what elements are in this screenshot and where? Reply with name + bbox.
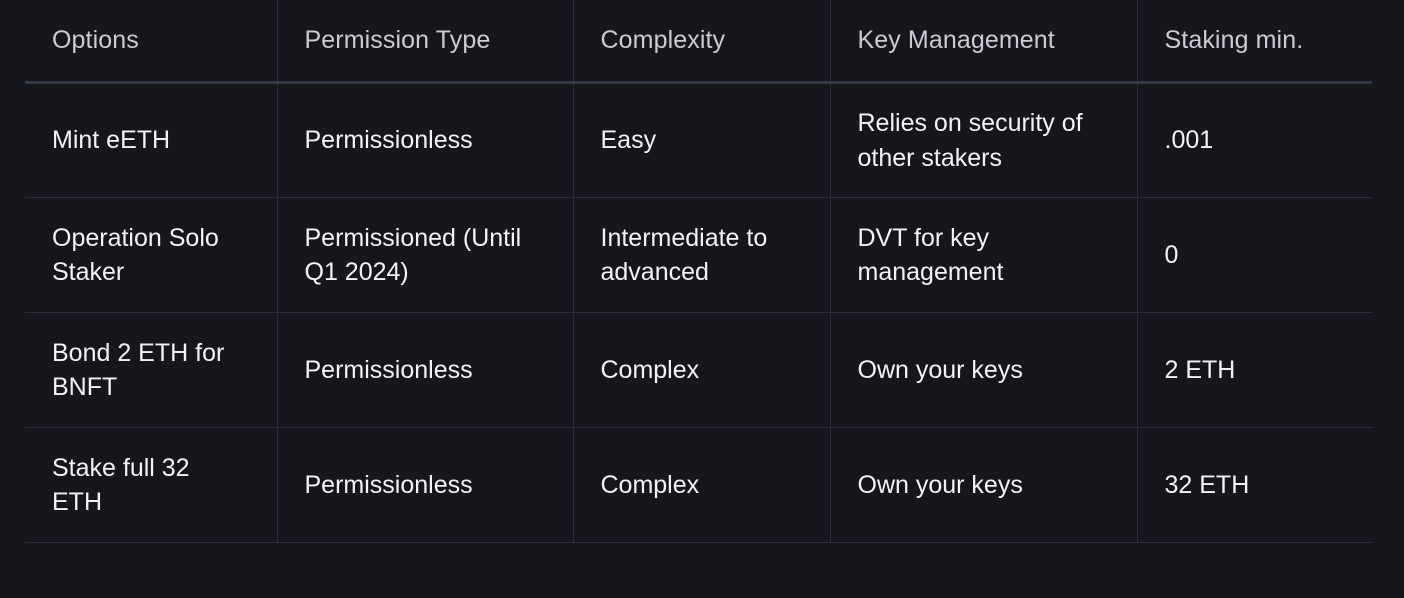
column-header-label: Options: [52, 26, 139, 54]
table-header-row: Options Permission Type Complexity Key M…: [25, 0, 1372, 84]
cell-value: 2 ETH: [1164, 355, 1236, 384]
table-row: Operation Solo Staker Permissioned (Unti…: [25, 197, 1372, 313]
cell-value: Permissioned (Until Q1 2024): [304, 223, 522, 287]
cell-value: Permissionless: [304, 355, 473, 384]
column-header-label: Complexity: [600, 26, 726, 54]
cell-permission-type: Permissionless: [277, 427, 574, 543]
cell-permission-type: Permissionless: [277, 82, 574, 198]
cell-value: Relies on security of other stakers: [857, 109, 1083, 172]
cell-permission-type: Permissioned (Until Q1 2024): [277, 197, 574, 313]
comparison-table-container: Options Permission Type Complexity Key M…: [0, 0, 1404, 598]
cell-value: .001: [1164, 126, 1214, 155]
table-header: Options Permission Type Complexity Key M…: [25, 0, 1372, 84]
cell-staking-min: .001: [1137, 82, 1372, 198]
cell-complexity: Complex: [573, 427, 831, 543]
column-header-label: Key Management: [857, 26, 1055, 54]
cell-key-management: Own your keys: [830, 427, 1138, 543]
cell-value: Own your keys: [857, 470, 1023, 499]
cell-value: 0: [1164, 240, 1179, 269]
cell-value: Permissionless: [304, 126, 473, 155]
cell-options: Operation Solo Staker: [25, 197, 278, 313]
column-header-complexity: Complexity: [573, 0, 831, 84]
cell-value: Stake full 32 ETH: [52, 453, 190, 517]
cell-value: Permissionless: [304, 470, 473, 499]
cell-staking-min: 2 ETH: [1137, 312, 1372, 428]
table-row: Mint eETH Permissionless Easy Relies on …: [25, 82, 1372, 198]
table-row: Stake full 32 ETH Permissionless Complex…: [25, 427, 1372, 543]
cell-value: Own your keys: [857, 355, 1023, 384]
cell-value: Complex: [600, 470, 700, 499]
cell-value: Mint eETH: [52, 126, 171, 155]
table-row: Bond 2 ETH for BNFT Permissionless Compl…: [25, 312, 1372, 428]
cell-staking-min: 0: [1137, 197, 1372, 313]
cell-value: Operation Solo Staker: [52, 223, 219, 287]
column-header-key-management: Key Management: [830, 0, 1138, 84]
cell-key-management: DVT for key management: [830, 197, 1138, 313]
cell-staking-min: 32 ETH: [1137, 427, 1372, 543]
cell-value: Easy: [600, 126, 657, 155]
cell-value: 32 ETH: [1164, 470, 1250, 499]
cell-options: Bond 2 ETH for BNFT: [25, 312, 278, 428]
cell-value: Bond 2 ETH for BNFT: [52, 338, 225, 402]
cell-complexity: Easy: [573, 82, 831, 198]
column-header-permission-type: Permission Type: [277, 0, 574, 84]
cell-options: Stake full 32 ETH: [25, 427, 278, 543]
cell-permission-type: Permissionless: [277, 312, 574, 428]
cell-value: Intermediate to advanced: [600, 223, 768, 287]
cell-key-management: Relies on security of other stakers: [830, 82, 1138, 198]
cell-key-management: Own your keys: [830, 312, 1138, 428]
column-header-options: Options: [25, 0, 278, 84]
column-header-staking-min: Staking min.: [1137, 0, 1372, 84]
cell-value: Complex: [600, 355, 700, 384]
staking-options-comparison-table: Options Permission Type Complexity Key M…: [25, 0, 1372, 543]
cell-complexity: Complex: [573, 312, 831, 428]
table-body: Mint eETH Permissionless Easy Relies on …: [25, 82, 1372, 543]
cell-complexity: Intermediate to advanced: [573, 197, 831, 313]
cell-options: Mint eETH: [25, 82, 278, 198]
cell-value: DVT for key management: [857, 223, 1004, 287]
column-header-label: Permission Type: [304, 26, 491, 54]
column-header-label: Staking min.: [1164, 26, 1304, 54]
